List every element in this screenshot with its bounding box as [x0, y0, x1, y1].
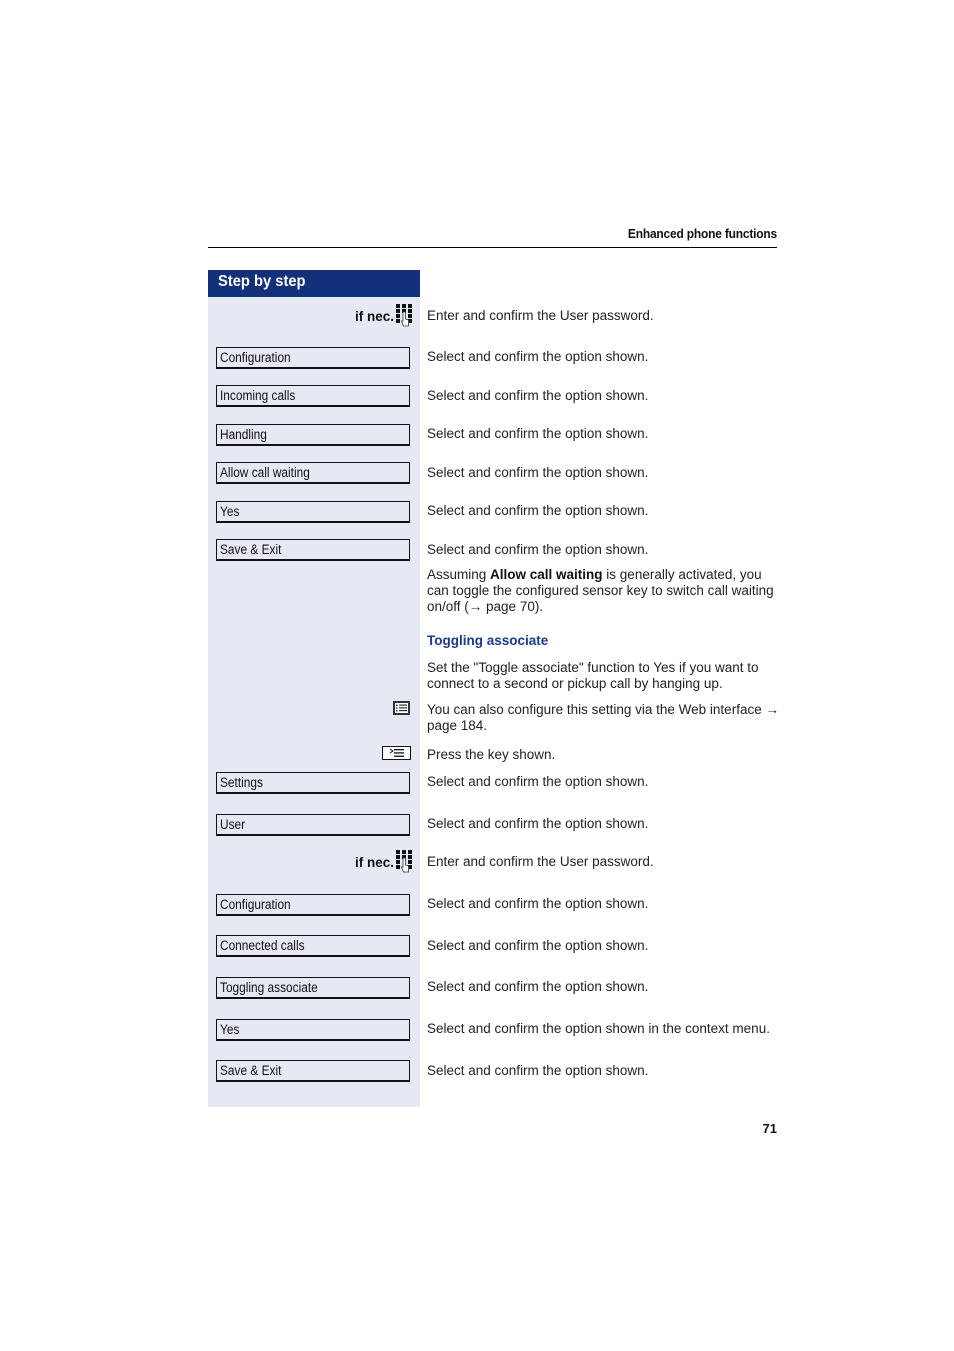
step-description: Enter and confirm the User password. [427, 854, 654, 869]
menu-option-handling[interactable]: Handling [216, 424, 410, 446]
menu-option-allow-call-waiting[interactable]: Allow call waiting [216, 462, 410, 484]
section-intro: Set the "Toggle associate" function to Y… [427, 660, 759, 691]
press-key-instruction: Press the key shown. [427, 747, 556, 762]
step-description: Select and confirm the option shown. [427, 896, 649, 911]
step-description: Select and confirm the option shown. [427, 1063, 649, 1078]
step-description: Select and confirm the option shown. [427, 774, 649, 789]
step-description: Select and confirm the option shown. [427, 426, 649, 441]
header-divider [208, 247, 777, 248]
menu-option-label: Configuration [220, 897, 291, 912]
menu-key-icon [382, 746, 411, 760]
if-nec-text: if nec. [354, 854, 394, 870]
menu-option-connected-calls[interactable]: Connected calls [216, 935, 410, 957]
menu-option-label: Yes [220, 504, 240, 519]
step-description: Select and confirm the option shown. [427, 816, 649, 831]
menu-option-label: Incoming calls [220, 388, 296, 403]
step-by-step-title: Step by step [218, 273, 306, 290]
web-interface-icon [393, 701, 410, 715]
menu-option-label: Allow call waiting [220, 465, 310, 480]
menu-option-configuration[interactable]: Configuration [216, 894, 410, 916]
step-by-step-header: Step by step [208, 270, 420, 297]
menu-option-label: Yes [220, 1022, 240, 1037]
menu-option-label: Handling [220, 427, 267, 442]
menu-option-label: Save & Exit [220, 542, 282, 557]
step-description: Select and confirm the option shown. [427, 388, 649, 403]
step-description: Select and confirm the option shown. [427, 938, 649, 953]
step-description: Enter and confirm the User password. [427, 308, 654, 323]
menu-option-label: Toggling associate [220, 980, 318, 995]
menu-option-save-exit[interactable]: Save & Exit [216, 1060, 410, 1082]
menu-option-toggling-associate[interactable]: Toggling associate [216, 977, 410, 999]
keypad-icon [396, 850, 412, 873]
step-description: Select and confirm the option shown. [427, 465, 649, 480]
running-head-title: Enhanced phone functions [627, 226, 777, 241]
menu-option-label: Connected calls [220, 938, 305, 953]
if-nec-label: if nec. [355, 850, 412, 874]
menu-option-configuration[interactable]: Configuration [216, 347, 410, 369]
step-description: Select and confirm the option shown. [427, 503, 649, 518]
web-interface-note: You can also configure this setting via … [427, 702, 779, 733]
step-description: Select and confirm the option shown in t… [427, 1021, 770, 1036]
section-title: Toggling associate [427, 633, 549, 648]
if-nec-label: if nec. [355, 304, 412, 328]
note-bold-term: Allow call waiting [490, 567, 603, 582]
menu-option-user[interactable]: User [216, 814, 410, 836]
step-description: Select and confirm the option shown. [427, 979, 649, 994]
menu-option-save-exit[interactable]: Save & Exit [216, 539, 410, 561]
keypad-icon [396, 304, 412, 327]
menu-option-yes[interactable]: Yes [216, 501, 410, 523]
if-nec-text: if nec. [354, 308, 394, 324]
step-description: Select and confirm the option shown. [427, 349, 649, 364]
note-text: Assuming [427, 567, 491, 582]
step-description: Select and confirm the option shown. [427, 542, 649, 557]
menu-option-settings[interactable]: Settings [216, 772, 410, 794]
menu-option-label: Settings [220, 775, 263, 790]
menu-option-yes[interactable]: Yes [216, 1019, 410, 1041]
page-number: 71 [762, 1121, 777, 1136]
menu-option-label: User [220, 817, 246, 832]
call-waiting-note: Assuming Allow call waiting is generally… [427, 567, 779, 615]
menu-option-label: Configuration [220, 350, 291, 365]
menu-option-label: Save & Exit [220, 1063, 282, 1078]
menu-option-incoming-calls[interactable]: Incoming calls [216, 385, 410, 407]
